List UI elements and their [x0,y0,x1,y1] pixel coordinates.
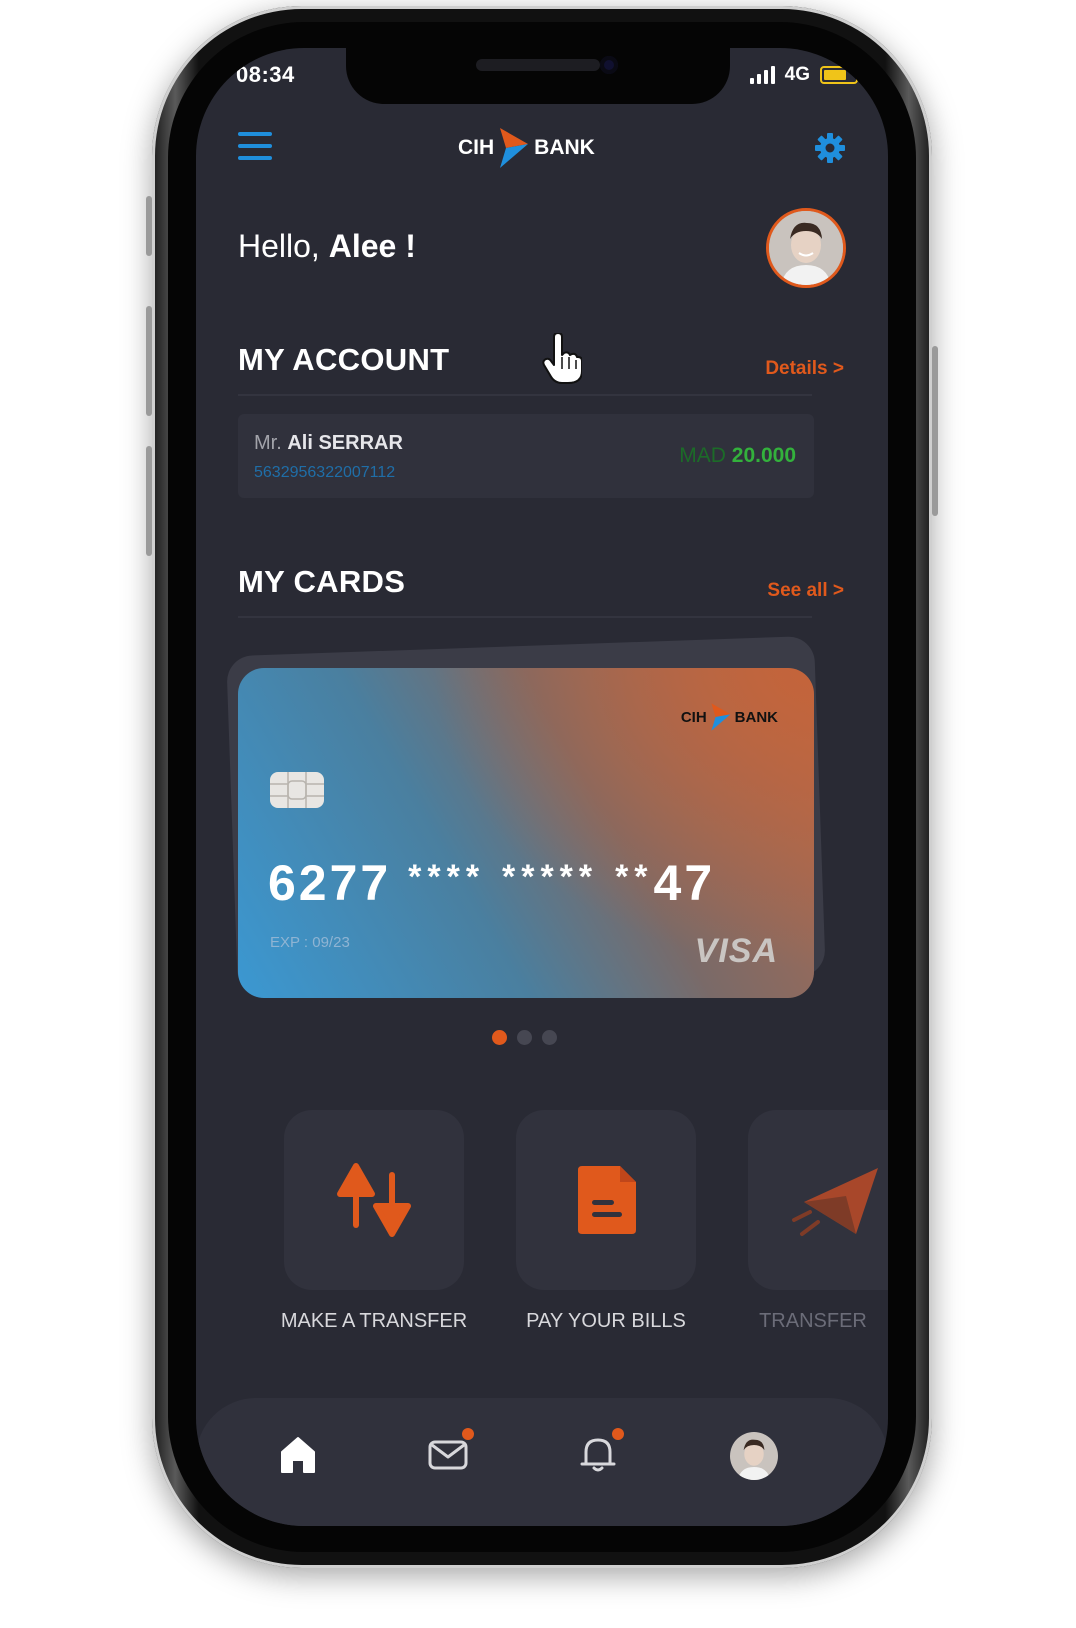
greeting-name: Alee ! [328,228,416,264]
cards-divider [238,616,812,618]
bank-card[interactable]: CIH BANK 6277 **** ***** **47 EXP : 09/2… [238,668,814,998]
logo-text-left: CIH [458,136,495,159]
hamburger-menu-icon[interactable] [238,132,272,160]
my-account-title: MY ACCOUNT [238,342,450,377]
holder-prefix: Mr. [254,432,282,454]
greeting-prefix: Hello, [238,228,329,264]
bill-document-icon [578,1166,636,1234]
logo-chevron-icon [500,128,529,168]
card-number-masked-3: ** [615,858,654,896]
battery-icon [820,66,862,84]
messages-nav-item[interactable] [426,1428,474,1476]
card-bank-logo: CIH BANK [681,702,778,732]
card-logo-left: CIH [680,708,707,726]
app-screen: 08:34 4G CIH BANK Hello, Alee ! MY ACCOU… [196,48,888,1526]
greeting-text: Hello, Alee ! [238,228,416,265]
avatar [730,1432,778,1480]
pager-dot[interactable] [492,1030,507,1045]
account-balance: MAD 20.000 [679,444,796,468]
notifications-nav-item[interactable] [576,1428,624,1476]
gear-icon[interactable] [814,132,846,164]
card-number-masked-2: ***** [501,858,599,896]
card-expiry: EXP : 09/23 [270,934,350,951]
bottom-navigation [196,1398,888,1526]
balance-value: 20.000 [731,444,796,467]
holder-name: Ali SERRAR [287,432,403,454]
make-transfer-label: MAKE A TRANSFER [280,1310,468,1332]
account-divider [238,394,812,396]
card-pager [492,1030,557,1045]
logo-text-right: BANK [534,136,595,159]
account-holder: Mr. Ali SERRAR [254,432,403,455]
messages-badge [462,1428,474,1440]
avatar-portrait [769,211,843,285]
pager-dot[interactable] [542,1030,557,1045]
transfer-button[interactable] [748,1110,888,1290]
cih-bank-logo: CIH BANK [458,126,595,170]
card-number-masked-1: **** [408,858,486,896]
card-number: 6277 **** ***** **47 [268,854,715,912]
pay-bills-label: PAY YOUR BILLS [526,1310,686,1332]
pay-bills-button[interactable] [516,1110,696,1290]
phone-frame: 08:34 4G CIH BANK Hello, Alee ! MY ACCOU… [146,6,938,1568]
transfer-label: TRANSFER [759,1310,867,1332]
balance-currency: MAD [679,444,726,467]
app-header: CIH BANK [196,118,888,178]
notch [346,48,730,104]
speaker-grille [476,59,600,71]
visa-logo: VISA [694,932,778,970]
volume-down-button [146,446,152,556]
my-cards-title: MY CARDS [238,564,406,599]
make-transfer-button[interactable] [284,1110,464,1290]
profile-nav-avatar[interactable] [730,1432,778,1480]
avatar[interactable] [766,208,846,288]
front-camera [600,56,618,74]
card-logo-right: BANK [734,708,778,726]
power-button [932,346,938,516]
volume-up-button [146,306,152,416]
mute-switch [146,196,152,256]
pager-dot[interactable] [517,1030,532,1045]
card-logo-chevron-icon [711,703,731,731]
card-number-first: 6277 [268,855,392,911]
status-time: 08:34 [236,62,295,87]
account-number: 5632956322007112 [254,464,396,481]
paper-plane-icon [792,1168,878,1236]
home-icon[interactable] [276,1432,320,1476]
account-summary-row[interactable]: Mr. Ali SERRAR 5632956322007112 MAD 20.0… [238,414,814,498]
transfer-arrows-icon [337,1163,411,1237]
see-all-cards-link[interactable]: See all > [767,580,844,602]
signal-icon [749,66,775,84]
card-number-last: 47 [653,855,716,911]
status-indicators: 4G [749,64,862,86]
account-details-link[interactable]: Details > [765,358,844,380]
notifications-badge [612,1428,624,1440]
card-chip-icon [270,772,324,808]
network-type: 4G [784,64,810,85]
hand-cursor-icon [542,333,582,384]
